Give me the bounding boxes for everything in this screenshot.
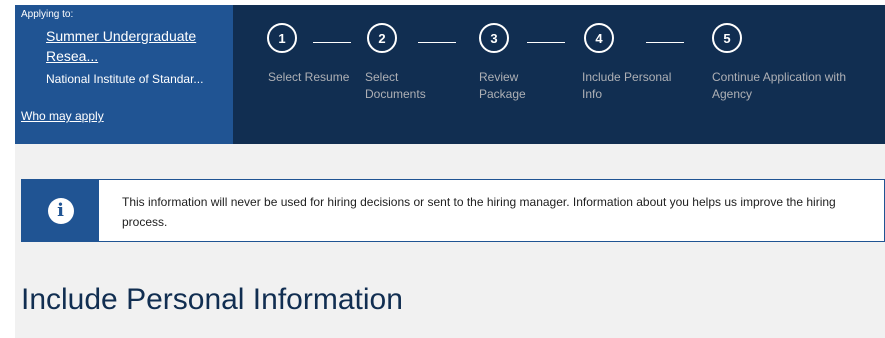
step-5-circle: 5 [712, 23, 742, 53]
step-connector [646, 42, 684, 43]
agency-name: National Institute of Standar... [46, 72, 204, 86]
alert-icon-panel: i [22, 180, 99, 241]
step-1-circle: 1 [267, 23, 297, 53]
alert-text: This information will never be used for … [122, 195, 836, 229]
step-4-circle: 4 [584, 23, 614, 53]
info-icon: i [47, 197, 74, 224]
step-5-label: Continue Application with Agency [712, 70, 847, 101]
page-title: Include Personal Information [21, 283, 403, 316]
step-2-circle: 2 [367, 23, 397, 53]
applying-to-label: Applying to: [21, 9, 74, 20]
job-title-link[interactable]: Summer Undergraduate Resea... [46, 26, 226, 66]
applying-to-panel: Applying to: Summer Undergraduate Resea.… [15, 5, 233, 144]
step-4-label: Include Personal Info [582, 70, 672, 101]
step-connector [313, 42, 351, 43]
info-alert: i This information will never be used fo… [21, 179, 885, 242]
who-may-apply-link[interactable]: Who may apply [21, 109, 104, 123]
step-3-circle: 3 [479, 23, 509, 53]
step-2-label: Select Documents [365, 70, 426, 101]
step-3-label: Review Package [479, 70, 526, 101]
application-header: Applying to: Summer Undergraduate Resea.… [15, 5, 885, 144]
step-connector [418, 42, 456, 43]
step-connector [527, 42, 565, 43]
